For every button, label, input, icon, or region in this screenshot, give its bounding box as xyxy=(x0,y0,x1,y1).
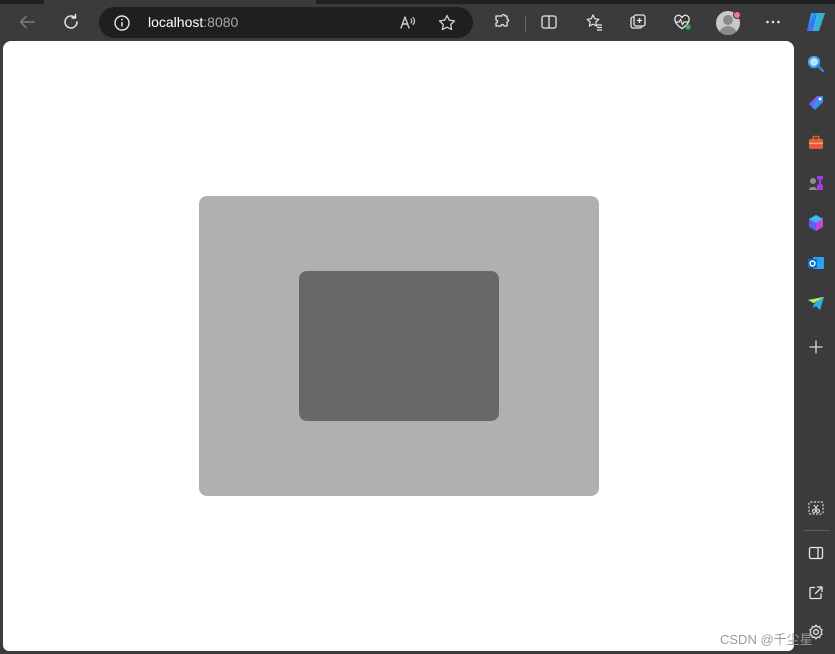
sidebar-telegram[interactable] xyxy=(804,291,828,315)
sidebar-toggle-icon xyxy=(808,546,824,560)
refresh-icon xyxy=(64,13,78,29)
back-arrow-icon xyxy=(19,15,35,29)
open-external-icon xyxy=(809,586,823,600)
extensions-icon xyxy=(495,13,510,27)
favorite-star-icon[interactable] xyxy=(436,12,458,34)
url-text[interactable]: localhost:8080 xyxy=(148,14,238,31)
telegram-icon xyxy=(808,297,824,310)
more-button[interactable] xyxy=(758,8,788,36)
profile-notification-badge xyxy=(733,11,741,19)
toolbar-separator xyxy=(525,16,526,32)
more-icon xyxy=(766,20,780,24)
address-bar[interactable]: localhost:8080 xyxy=(99,7,473,38)
games-icon xyxy=(809,176,823,190)
url-host: localhost xyxy=(148,14,204,30)
refresh-button[interactable] xyxy=(56,8,86,36)
sidebar-screenshot[interactable] xyxy=(804,496,828,520)
sidebar-toggle[interactable] xyxy=(804,541,828,565)
screenshot-icon xyxy=(808,501,824,515)
sidebar-shopping[interactable] xyxy=(804,91,828,115)
sidebar-separator xyxy=(803,530,830,531)
sidebar-tools[interactable] xyxy=(804,131,828,155)
back-button[interactable] xyxy=(12,8,42,36)
browser-essentials-button[interactable] xyxy=(667,8,697,36)
microsoft-365-icon xyxy=(809,215,823,231)
split-screen-icon xyxy=(541,15,557,29)
collections-icon xyxy=(630,14,646,29)
favorites-button[interactable] xyxy=(579,8,609,36)
sidebar-outlook[interactable] xyxy=(804,251,828,275)
inner-box xyxy=(299,271,499,421)
tools-icon xyxy=(809,135,823,149)
add-icon xyxy=(809,340,823,354)
copilot-icon xyxy=(807,13,825,31)
browser-toolbar: localhost:8080 xyxy=(0,4,835,40)
collections-button[interactable] xyxy=(623,8,653,36)
copilot-button[interactable] xyxy=(801,8,831,36)
browser-sidebar xyxy=(796,40,835,654)
shopping-icon xyxy=(809,96,823,110)
extensions-button[interactable] xyxy=(487,8,517,36)
sidebar-microsoft-365[interactable] xyxy=(804,211,828,235)
favorites-icon xyxy=(586,14,602,31)
sidebar-search[interactable] xyxy=(804,52,828,76)
sidebar-add[interactable] xyxy=(804,335,828,359)
sidebar-games[interactable] xyxy=(804,171,828,195)
info-icon[interactable] xyxy=(113,14,131,32)
csdn-watermark: CSDN @千尘星 xyxy=(720,632,813,647)
browser-essentials-icon xyxy=(674,14,691,30)
outer-box xyxy=(199,196,599,496)
search-icon xyxy=(807,55,825,73)
split-screen-button[interactable] xyxy=(534,8,564,36)
read-aloud-icon[interactable] xyxy=(397,12,419,34)
page-viewport xyxy=(3,41,794,651)
sidebar-open-external[interactable] xyxy=(804,581,828,605)
url-port: :8080 xyxy=(203,14,239,30)
outlook-icon xyxy=(808,257,824,269)
